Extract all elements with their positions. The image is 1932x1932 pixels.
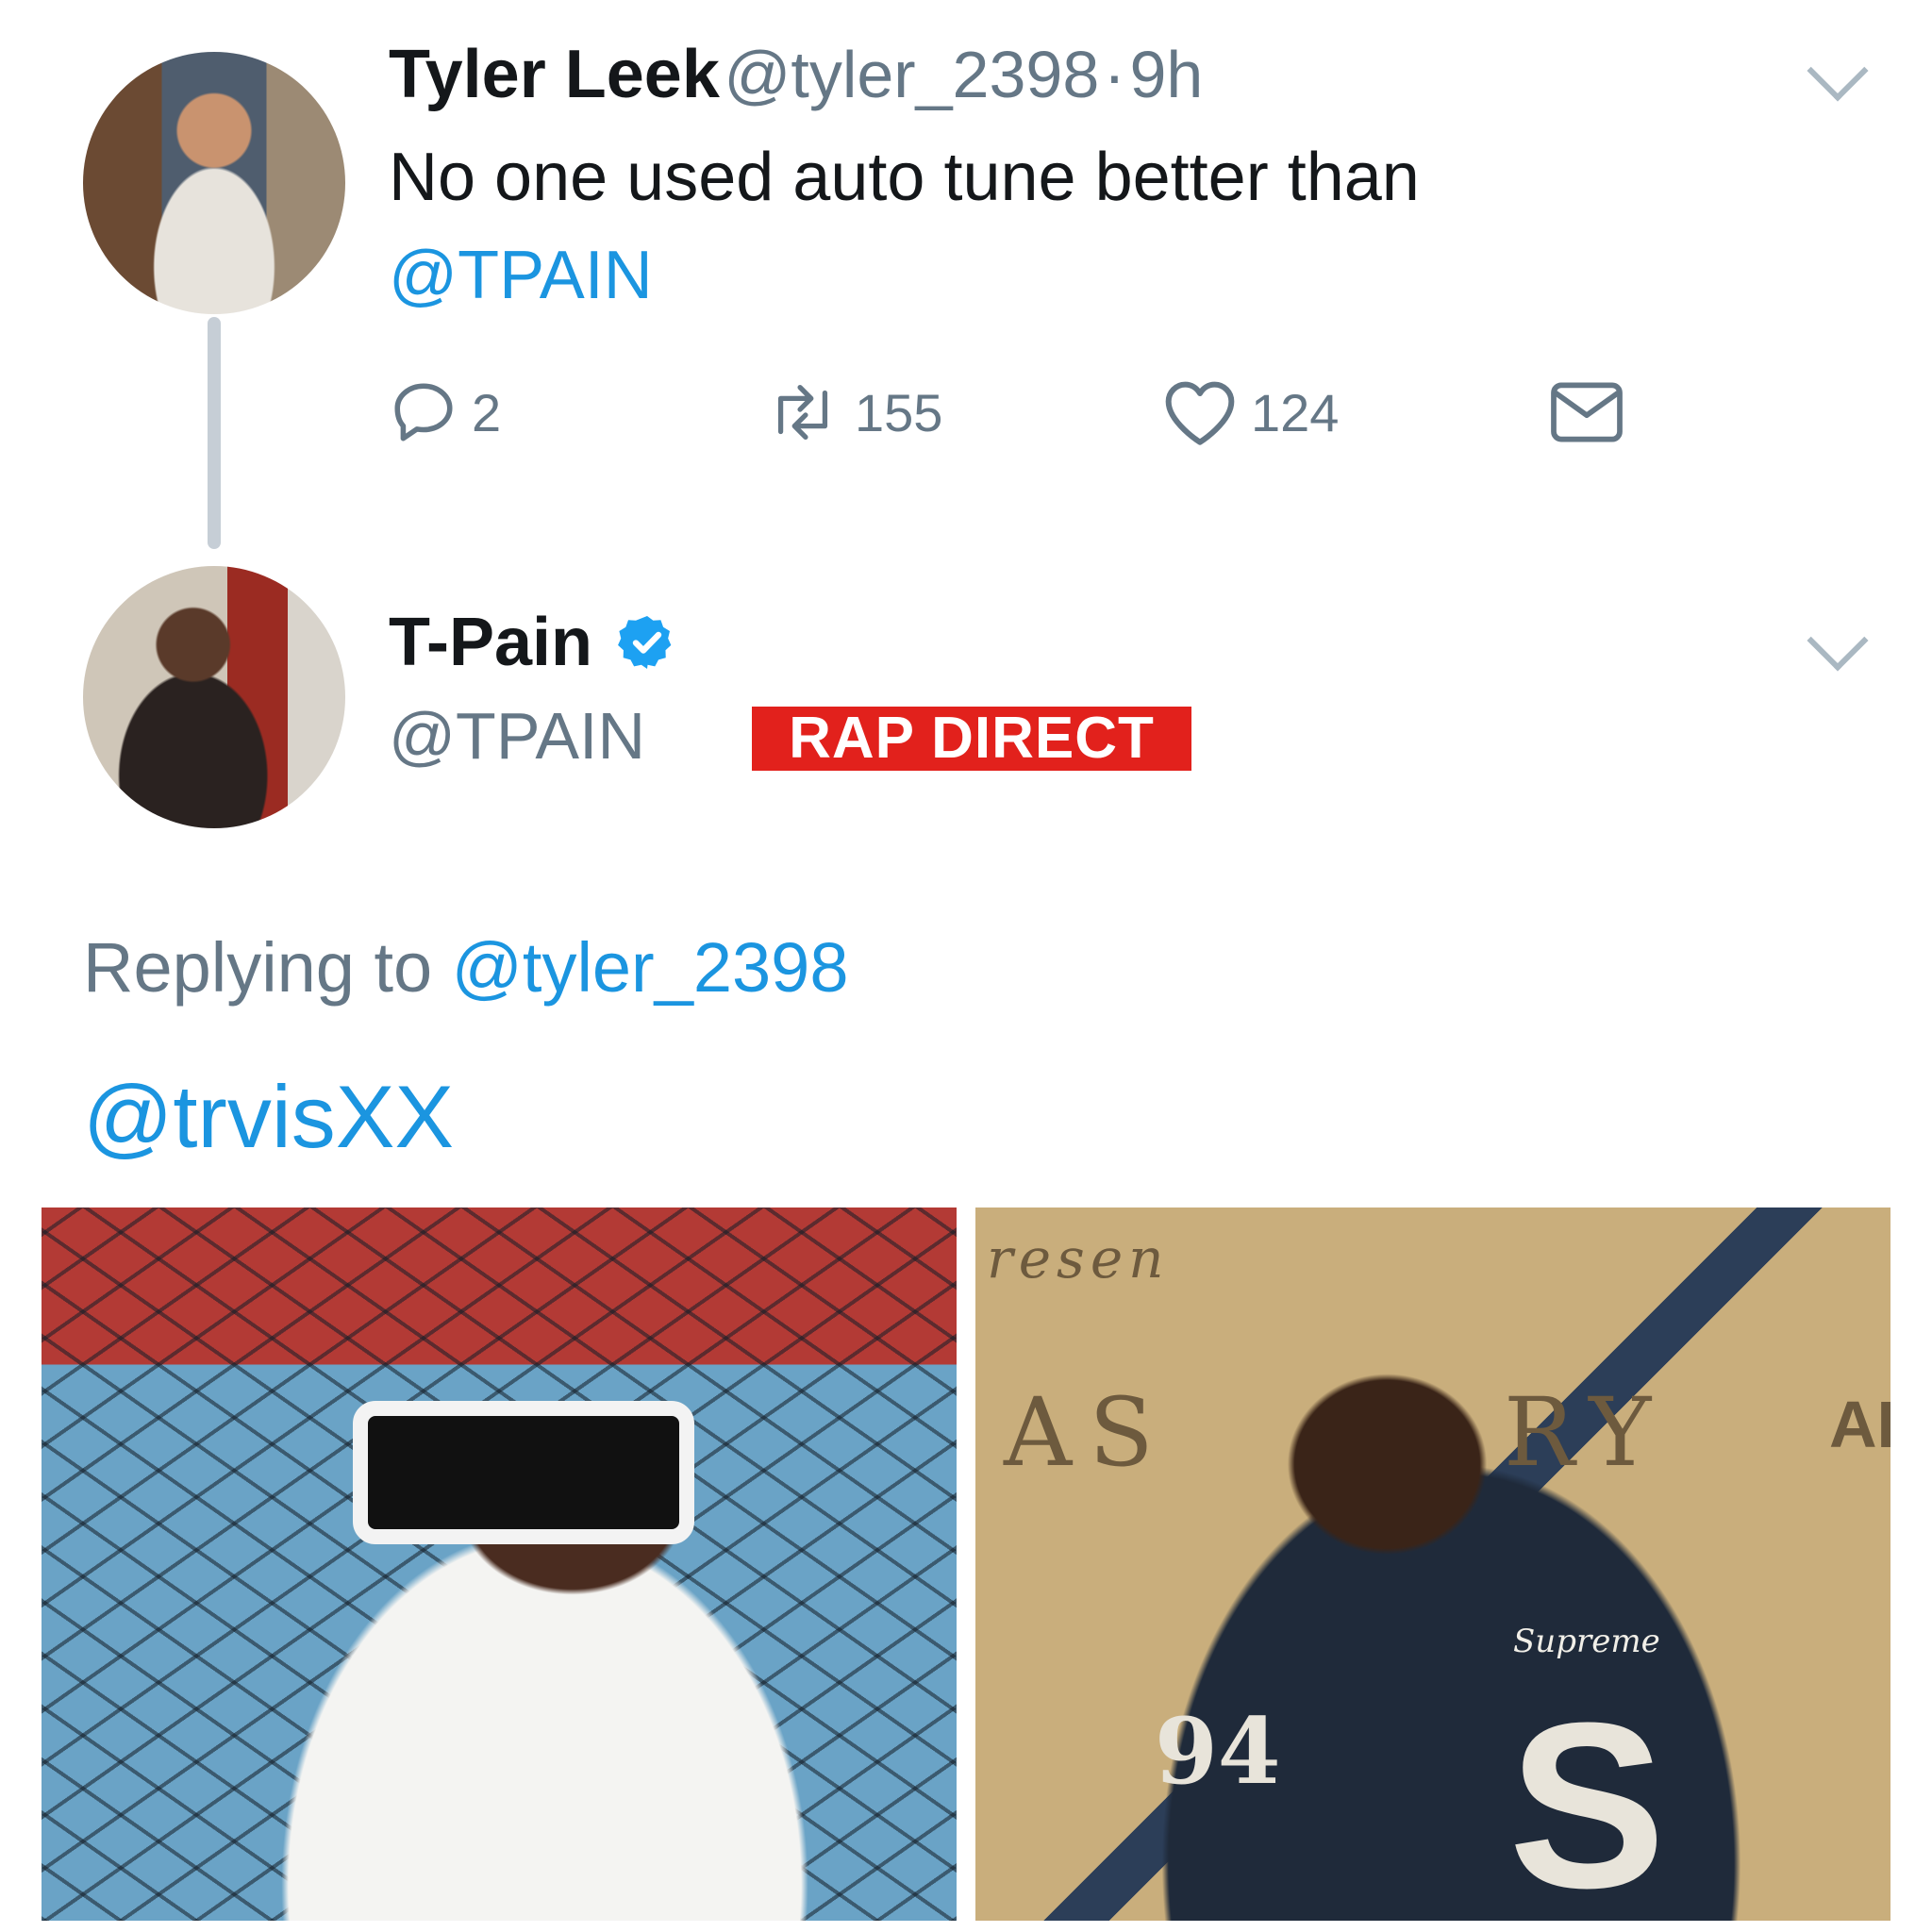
reply-action[interactable]: 2 — [389, 377, 501, 447]
tweet2-mention-link[interactable]: @trvisXX — [83, 1066, 454, 1168]
like-count: 124 — [1251, 382, 1340, 442]
replying-to-line: Replying to @tyler_2398 — [83, 927, 848, 1008]
tweet1-chevron-down-icon[interactable] — [1807, 40, 1869, 102]
tweet2-header: T-Pain — [389, 604, 677, 681]
tweet2-photo-tpain[interactable] — [42, 1208, 957, 1921]
tweet1-author-name[interactable]: Tyler Leek — [389, 37, 720, 112]
replying-to-label: Replying to — [83, 928, 433, 1007]
envelope-icon — [1551, 382, 1623, 442]
direct-message-action[interactable] — [1547, 379, 1626, 445]
reply-icon — [394, 383, 453, 441]
heart-icon — [1165, 381, 1235, 445]
poster-text-left: AS — [1004, 1377, 1171, 1488]
tweet1-separator: · — [1103, 38, 1126, 111]
replying-to-handle-link[interactable]: @tyler_2398 — [452, 928, 849, 1007]
tweet1-header: Tyler Leek @tyler_2398 · 9h — [389, 36, 1203, 113]
tweet2-chevron-down-icon[interactable] — [1807, 609, 1869, 672]
tyler-avatar[interactable] — [83, 52, 345, 314]
sunglasses-shape — [353, 1401, 694, 1544]
retweet-icon — [777, 385, 828, 440]
tweet1-body: No one used auto tune better than @TPAIN — [389, 128, 1420, 325]
poster-text-top: resen — [987, 1226, 1170, 1291]
thread-connector — [208, 317, 221, 549]
tpain-avatar[interactable] — [83, 566, 345, 828]
retweet-count: 155 — [855, 382, 943, 442]
tweet1-mention-link[interactable]: @TPAIN — [389, 226, 1420, 325]
jacket-letter-text: S — [1508, 1674, 1666, 1921]
tweet1-author-handle[interactable]: @tyler_2398 — [724, 38, 1099, 111]
reply-count: 2 — [472, 382, 502, 442]
jacket-brand-text: Supreme — [1513, 1623, 1660, 1660]
verified-badge-icon — [618, 616, 672, 669]
jacket-number-text: 94 — [1155, 1698, 1281, 1805]
tweet2-author-handle[interactable]: @TPAIN — [389, 698, 645, 774]
tweet1-text: No one used auto tune better than — [389, 140, 1420, 215]
tweet1-timestamp[interactable]: 9h — [1130, 38, 1204, 111]
rap-direct-watermark: RAP DIRECT — [752, 707, 1191, 771]
poster-text-corner: AE — [1829, 1388, 1890, 1461]
tweet2-photo-travis-scott[interactable]: resen AS RY AE Supreme 94 S — [975, 1208, 1890, 1921]
tweet2-author-name[interactable]: T-Pain — [389, 604, 592, 681]
retweet-action[interactable]: 155 — [764, 377, 942, 447]
like-action[interactable]: 124 — [1162, 377, 1339, 447]
poster-text-right: RY — [1504, 1377, 1669, 1488]
